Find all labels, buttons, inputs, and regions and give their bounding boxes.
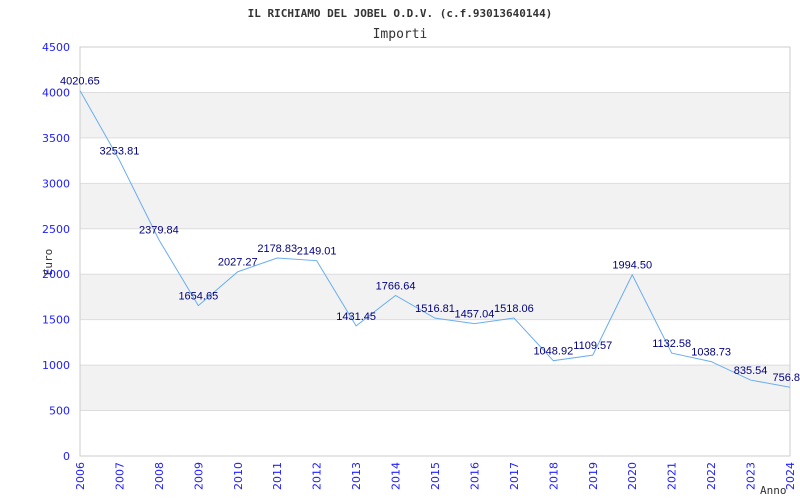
x-tick-label: 2018 — [547, 462, 560, 490]
y-tick-label: 4500 — [42, 41, 70, 54]
x-tick-label: 2009 — [192, 462, 205, 490]
y-tick-label: 1500 — [42, 314, 70, 327]
x-tick-label: 2015 — [429, 462, 442, 490]
data-label: 2178.83 — [257, 243, 297, 255]
y-tick-label: 500 — [49, 405, 70, 418]
x-tick-label: 2020 — [626, 462, 639, 490]
grid-band — [80, 365, 790, 411]
chart-title: IL RICHIAMO DEL JOBEL O.D.V. (c.f.930136… — [248, 7, 553, 20]
data-label: 2149.01 — [297, 246, 337, 258]
line-chart: IL RICHIAMO DEL JOBEL O.D.V. (c.f.930136… — [42, 7, 800, 497]
x-axis-label: Anno — [760, 484, 787, 497]
data-label: 835.54 — [734, 365, 768, 377]
data-label: 1038.73 — [691, 347, 731, 359]
chart-subtitle: Importi — [373, 27, 428, 42]
x-tick-label: 2013 — [350, 462, 363, 490]
y-tick-label: 3000 — [42, 177, 70, 190]
data-label: 4020.65 — [60, 76, 100, 88]
grid-band — [80, 183, 790, 229]
x-tick-label: 2012 — [311, 462, 324, 490]
x-tick-label: 2007 — [113, 462, 126, 490]
grid-band — [80, 92, 790, 138]
x-tick-label: 2014 — [390, 462, 403, 490]
y-axis-label: Euro — [42, 249, 55, 276]
data-label: 1109.57 — [573, 340, 612, 352]
x-tick-label: 2017 — [508, 462, 521, 490]
data-label: 1654.65 — [178, 291, 218, 303]
y-tick-label: 1000 — [42, 359, 70, 372]
data-label: 2379.84 — [139, 225, 179, 237]
x-tick-label: 2011 — [271, 462, 284, 490]
data-label: 1766.64 — [376, 280, 416, 292]
data-label: 3253.81 — [100, 145, 140, 157]
data-label: 2027.27 — [218, 257, 258, 269]
x-tick-label: 2006 — [74, 462, 87, 490]
y-tick-label: 3500 — [42, 132, 70, 145]
y-tick-label: 4000 — [42, 86, 70, 99]
data-label: 756.8 — [772, 372, 800, 384]
x-tick-label: 2022 — [705, 462, 718, 490]
data-label: 1457.04 — [455, 309, 495, 321]
data-label: 1431.45 — [336, 311, 376, 323]
x-tick-label: 2023 — [745, 462, 758, 490]
data-label: 1048.92 — [533, 346, 573, 358]
x-tick-label: 2019 — [587, 462, 600, 490]
x-tick-label: 2010 — [232, 462, 245, 490]
y-tick-label: 2500 — [42, 223, 70, 236]
data-label: 1132.58 — [652, 338, 691, 350]
x-tick-label: 2016 — [468, 462, 481, 490]
y-tick-label: 0 — [63, 450, 70, 463]
data-label: 1518.06 — [494, 303, 534, 315]
x-tick-label: 2008 — [153, 462, 166, 490]
x-tick-label: 2021 — [666, 462, 679, 490]
data-label: 1516.81 — [415, 303, 455, 315]
data-label: 1994.50 — [612, 260, 652, 272]
